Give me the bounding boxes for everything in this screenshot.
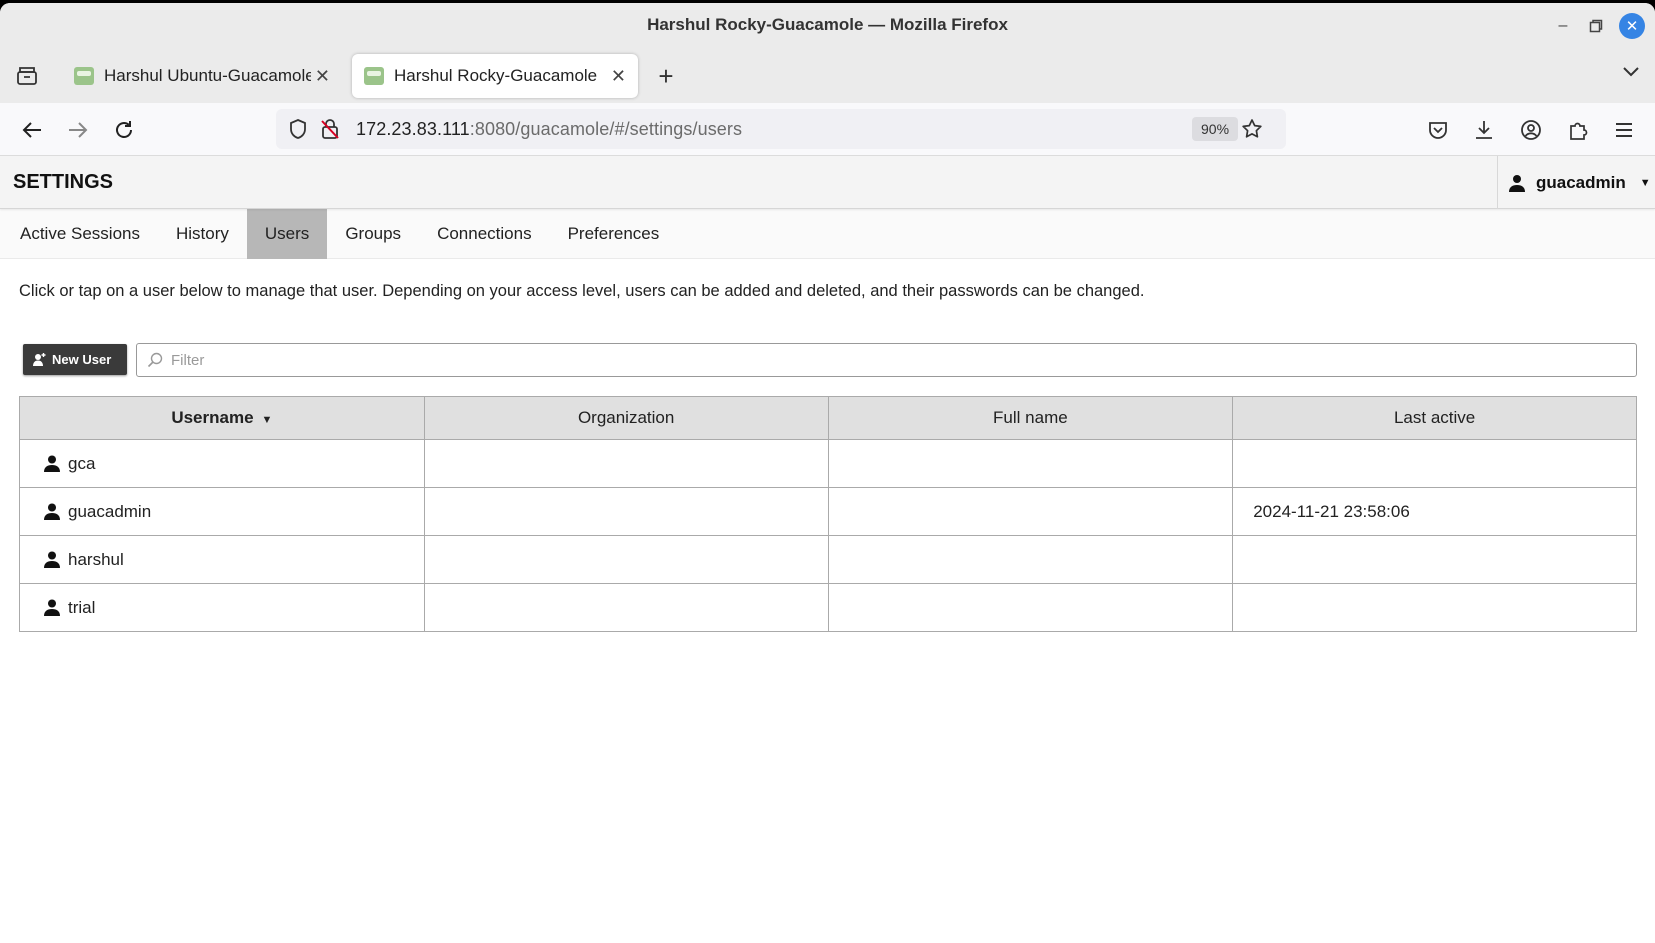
- close-tab-icon[interactable]: ✕: [315, 66, 330, 87]
- users-table: Username ▼ Organization Full name Last ac…: [19, 396, 1637, 632]
- shield-icon[interactable]: [284, 115, 312, 143]
- tab-preferences[interactable]: Preferences: [550, 209, 678, 259]
- filter-box: [136, 343, 1637, 377]
- title-bar: Harshul Rocky-Guacamole — Mozilla Firefo…: [0, 3, 1655, 49]
- minimize-icon[interactable]: –: [1550, 13, 1576, 39]
- full-name-cell: [827, 535, 1234, 584]
- column-header-username[interactable]: Username ▼: [19, 396, 425, 440]
- hamburger-menu-icon[interactable]: [1610, 116, 1638, 144]
- last-active-cell: [1232, 439, 1637, 488]
- browser-tab-rocky-guacamole[interactable]: Harshul Rocky-Guacamole ✕: [352, 54, 638, 98]
- url-text: 172.23.83.111:8080/guacamole/#/settings/…: [356, 119, 742, 140]
- user-icon: [44, 599, 60, 616]
- tab-connections[interactable]: Connections: [419, 209, 550, 259]
- bookmark-star-icon[interactable]: [1238, 115, 1266, 143]
- tab-label: Harshul Ubuntu-Guacamole: [104, 66, 311, 85]
- users-description: Click or tap on a user below to manage t…: [19, 282, 1145, 300]
- user-menu-username: guacadmin: [1536, 172, 1626, 192]
- table-row[interactable]: guacadmin 2024-11-21 23:58:06: [19, 487, 1637, 536]
- table-header-row: Username ▼ Organization Full name Last ac…: [19, 396, 1637, 440]
- table-row[interactable]: trial: [19, 583, 1637, 632]
- account-icon[interactable]: [1517, 116, 1545, 144]
- new-user-label: New User: [52, 352, 112, 367]
- user-icon: [44, 503, 60, 520]
- organization-cell: [423, 535, 829, 584]
- column-header-label: Username: [171, 408, 254, 427]
- tab-history[interactable]: History: [158, 209, 247, 259]
- browser-window: Harshul Rocky-Guacamole — Mozilla Firefo…: [0, 3, 1655, 943]
- caret-down-icon: ▼: [1639, 176, 1651, 189]
- user-icon: [1509, 174, 1525, 192]
- table-row[interactable]: gca: [19, 439, 1637, 488]
- search-icon: [147, 352, 163, 368]
- full-name-cell: [827, 487, 1234, 536]
- close-window-icon[interactable]: ✕: [1619, 13, 1645, 39]
- guacamole-favicon-icon: [74, 67, 94, 85]
- column-header-last-active[interactable]: Last active: [1232, 396, 1637, 440]
- full-name-cell: [827, 439, 1234, 488]
- tab-groups[interactable]: Groups: [327, 209, 419, 259]
- user-menu[interactable]: guacadmin ▼: [1497, 156, 1655, 209]
- organization-cell: [423, 487, 829, 536]
- url-path: :8080/guacamole/#/settings/users: [469, 119, 743, 139]
- username-cell[interactable]: guacadmin: [19, 487, 425, 536]
- organization-cell: [423, 583, 829, 632]
- full-name-cell: [827, 583, 1234, 632]
- pocket-icon[interactable]: [1424, 116, 1452, 144]
- new-user-button[interactable]: New User: [23, 344, 127, 375]
- username-cell[interactable]: harshul: [19, 535, 425, 584]
- url-host: 172.23.83.111: [356, 119, 470, 139]
- browser-tab-ubuntu-guacamole[interactable]: Harshul Ubuntu-Guacamole ✕: [62, 54, 342, 98]
- guacamole-header: SETTINGS guacadmin ▼: [0, 156, 1655, 209]
- sort-caret-down-icon: ▼: [261, 414, 273, 426]
- username-cell[interactable]: trial: [19, 583, 425, 632]
- url-bar[interactable]: 172.23.83.111:8080/guacamole/#/settings/…: [276, 109, 1286, 149]
- insecure-lock-icon[interactable]: [316, 115, 344, 143]
- list-all-tabs-chevron-icon[interactable]: [1621, 64, 1641, 83]
- tab-strip: Harshul Ubuntu-Guacamole ✕ Harshul Rocky…: [0, 49, 1655, 103]
- navigation-toolbar: 172.23.83.111:8080/guacamole/#/settings/…: [0, 103, 1655, 156]
- column-header-organization[interactable]: Organization: [423, 396, 829, 440]
- tab-active-sessions[interactable]: Active Sessions: [2, 209, 158, 259]
- reload-icon[interactable]: [110, 116, 138, 144]
- window-title: Harshul Rocky-Guacamole — Mozilla Firefo…: [647, 15, 1008, 34]
- add-user-icon: [33, 353, 46, 366]
- filter-input[interactable]: [171, 351, 1586, 369]
- tab-users[interactable]: Users: [246, 209, 328, 259]
- downloads-icon[interactable]: [1470, 116, 1498, 144]
- forward-arrow-icon[interactable]: [64, 116, 92, 144]
- firefox-view-icon[interactable]: [14, 63, 40, 89]
- settings-tabs: Active Sessions History Users Groups Con…: [0, 209, 1655, 259]
- last-active-cell: [1232, 535, 1637, 584]
- new-tab-plus-icon[interactable]: +: [652, 62, 680, 90]
- last-active-cell: 2024-11-21 23:58:06: [1232, 487, 1637, 536]
- username-text: guacadmin: [68, 501, 152, 521]
- maximize-icon[interactable]: [1583, 13, 1609, 39]
- user-icon: [44, 455, 60, 472]
- username-cell[interactable]: gca: [19, 439, 425, 488]
- close-tab-icon[interactable]: ✕: [611, 66, 626, 87]
- user-icon: [44, 551, 60, 568]
- username-text: harshul: [68, 549, 124, 569]
- column-header-full-name[interactable]: Full name: [827, 396, 1234, 440]
- username-text: gca: [68, 453, 96, 473]
- last-active-cell: [1232, 583, 1637, 632]
- tab-label: Harshul Rocky-Guacamole: [394, 66, 598, 85]
- page-title: SETTINGS: [13, 171, 114, 193]
- table-row[interactable]: harshul: [19, 535, 1637, 584]
- extensions-puzzle-icon[interactable]: [1564, 116, 1592, 144]
- organization-cell: [423, 439, 829, 488]
- username-text: trial: [68, 597, 96, 617]
- back-arrow-icon[interactable]: [18, 116, 46, 144]
- guacamole-favicon-icon: [364, 67, 384, 85]
- zoom-level-badge[interactable]: 90%: [1192, 117, 1239, 141]
